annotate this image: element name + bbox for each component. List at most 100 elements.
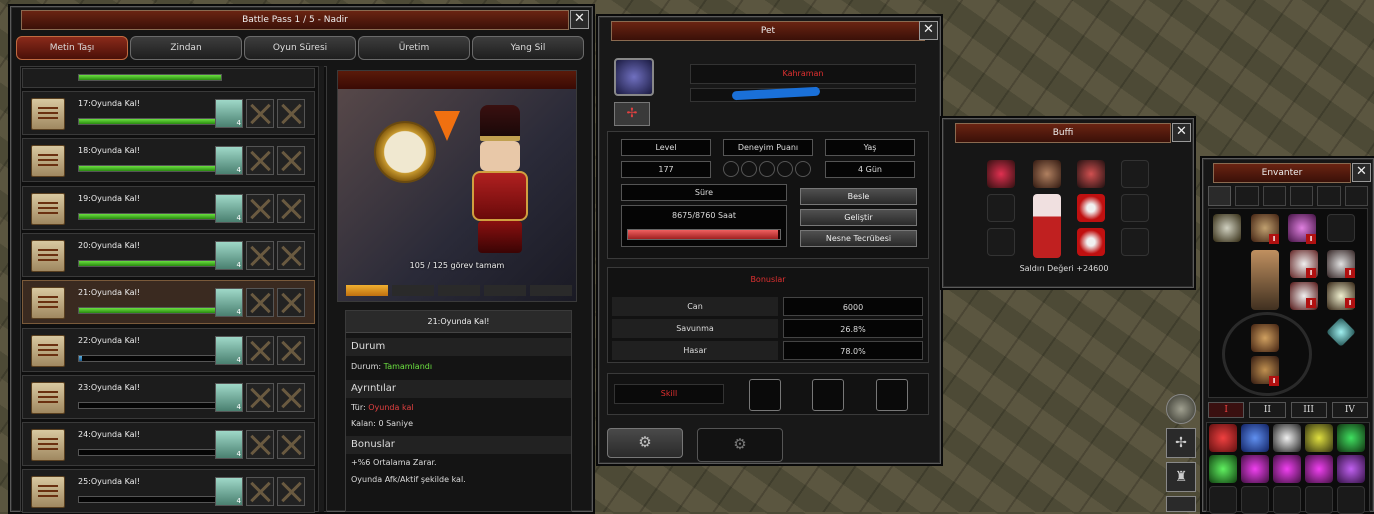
reward-locked-icon[interactable] — [277, 193, 305, 223]
inventory-page-tab-4[interactable]: IV — [1331, 402, 1368, 418]
quest-row[interactable]: 20:Oyunda Kal! 4 — [22, 232, 315, 277]
inv-rune-item[interactable] — [1241, 455, 1269, 483]
reward-scroll-icon[interactable]: 4 — [215, 335, 243, 365]
inventory-page-tab-3[interactable]: III — [1290, 402, 1327, 418]
buff-head-item[interactable] — [1033, 160, 1061, 188]
reward-scroll-icon[interactable]: 4 — [215, 193, 243, 223]
equip-tab[interactable] — [1208, 186, 1232, 206]
pet-portrait[interactable] — [614, 58, 654, 96]
inv-empty-slot[interactable] — [1241, 486, 1269, 514]
inv-empty-slot[interactable] — [1273, 486, 1301, 514]
buff-skill-2[interactable] — [1077, 228, 1105, 256]
battle-pass-titlebar[interactable]: Battle Pass 1 / 5 - Nadir — [21, 10, 569, 30]
reward-scroll-icon[interactable]: 4 — [215, 288, 243, 318]
reward-locked-icon[interactable] — [246, 193, 274, 223]
quest-row[interactable]: 17:Oyunda Kal! 4 — [22, 91, 315, 135]
reward-locked-icon[interactable] — [277, 477, 305, 507]
quest-row[interactable]: 19:Oyunda Kal! 4 — [22, 185, 315, 230]
inv-rune-item[interactable] — [1305, 455, 1333, 483]
tab-zindan[interactable]: Zindan — [130, 36, 242, 60]
inv-item[interactable] — [1337, 424, 1365, 452]
reward-locked-icon[interactable] — [277, 430, 305, 460]
pet-titlebar[interactable]: Pet — [611, 21, 925, 41]
buff-empty-slot[interactable] — [987, 228, 1015, 256]
reward-locked-icon[interactable] — [246, 335, 274, 365]
buff-empty-slot[interactable] — [1121, 160, 1149, 188]
reward-scroll-icon[interactable]: 4 — [215, 430, 243, 460]
equip-tab[interactable] — [1289, 186, 1314, 206]
quest-row-partial[interactable] — [22, 68, 315, 88]
reward-locked-icon[interactable] — [246, 99, 274, 128]
inventory-close-button[interactable]: ✕ — [1352, 163, 1371, 182]
pet-tab-1[interactable]: ⚙ — [607, 428, 683, 458]
quest-row[interactable]: 18:Oyunda Kal! 4 — [22, 138, 315, 183]
equip-weapon[interactable] — [1213, 214, 1241, 242]
reward-scroll-icon[interactable]: 4 — [215, 99, 243, 128]
inv-empty-slot[interactable] — [1209, 486, 1237, 514]
tab-uretim[interactable]: Üretim — [358, 36, 470, 60]
reward-locked-icon[interactable] — [277, 335, 305, 365]
inventory-page-tab-2[interactable]: II — [1249, 402, 1286, 418]
buff-empty-slot[interactable] — [987, 194, 1015, 222]
pet-close-button[interactable]: ✕ — [919, 21, 938, 40]
battle-pass-close-button[interactable]: ✕ — [570, 10, 589, 29]
reward-locked-icon[interactable] — [246, 240, 274, 270]
quest-list-scrollbar[interactable] — [318, 66, 324, 512]
inv-item[interactable] — [1305, 424, 1333, 452]
reward-locked-icon[interactable] — [277, 146, 305, 176]
buff-empty-slot[interactable] — [1121, 194, 1149, 222]
reward-scroll-icon[interactable]: 4 — [215, 477, 243, 507]
pet-tab-2[interactable]: ⚙ — [697, 428, 783, 462]
evolve-button[interactable]: Geliştir — [800, 209, 917, 226]
inventory-page-tab-1[interactable]: I — [1208, 402, 1245, 418]
inv-red-potion[interactable] — [1209, 424, 1237, 452]
inv-item[interactable] — [1273, 424, 1301, 452]
buff-hair-item[interactable] — [1077, 160, 1105, 188]
equip-tab[interactable] — [1344, 186, 1368, 206]
inv-empty-slot[interactable] — [1337, 486, 1365, 514]
reward-scroll-icon[interactable]: 4 — [215, 382, 243, 412]
reward-scroll-icon[interactable]: 4 — [215, 240, 243, 270]
equip-tab[interactable] — [1235, 186, 1259, 206]
tab-yang-sil[interactable]: Yang Sil — [472, 36, 584, 60]
reward-locked-icon[interactable] — [246, 477, 274, 507]
reward-scroll-icon[interactable]: 4 — [215, 146, 243, 176]
quest-row[interactable]: 21:Oyunda Kal! 4 — [22, 280, 315, 325]
skill-slot-2[interactable] — [812, 379, 844, 411]
buff-titlebar[interactable]: Buffi — [955, 123, 1171, 143]
equip-slot[interactable] — [1327, 214, 1355, 242]
side-button-move-icon[interactable]: ✢ — [1166, 428, 1196, 458]
inv-empty-slot[interactable] — [1305, 486, 1333, 514]
buff-close-button[interactable]: ✕ — [1172, 123, 1191, 142]
equip-belt[interactable] — [1251, 324, 1279, 352]
tab-metin-tasi[interactable]: Metin Taşı — [16, 36, 128, 60]
side-button-tower-icon[interactable]: ♜ — [1166, 462, 1196, 492]
skill-slot-1[interactable] — [749, 379, 781, 411]
quest-row[interactable]: 22:Oyunda Kal! 4 — [22, 327, 315, 372]
reward-locked-icon[interactable] — [277, 382, 305, 412]
feed-button[interactable]: Besle — [800, 188, 917, 205]
skill-slot-3[interactable] — [876, 379, 908, 411]
equip-tab[interactable] — [1262, 186, 1286, 206]
equip-tab[interactable] — [1317, 186, 1341, 206]
tab-oyun-suresi[interactable]: Oyun Süresi — [244, 36, 356, 60]
reward-locked-icon[interactable] — [246, 382, 274, 412]
reward-locked-icon[interactable] — [277, 240, 305, 270]
inv-item[interactable] — [1209, 455, 1237, 483]
pet-move-icon[interactable]: ✢ — [614, 102, 650, 126]
buff-skill-1[interactable] — [1077, 194, 1105, 222]
reward-locked-icon[interactable] — [246, 146, 274, 176]
side-button-lion-icon[interactable] — [1166, 394, 1196, 424]
reward-locked-icon[interactable] — [246, 288, 274, 318]
reward-locked-icon[interactable] — [277, 99, 305, 128]
inventory-titlebar[interactable]: Envanter — [1213, 163, 1351, 183]
buff-empty-slot[interactable] — [1121, 228, 1149, 256]
equip-armor[interactable] — [1251, 250, 1279, 310]
side-button-extra[interactable] — [1166, 496, 1196, 512]
inv-rune-item[interactable] — [1273, 455, 1301, 483]
item-exp-button[interactable]: Nesne Tecrübesi — [800, 230, 917, 247]
reward-locked-icon[interactable] — [246, 430, 274, 460]
quest-row[interactable]: 23:Oyunda Kal! 4 — [22, 374, 315, 419]
reward-locked-icon[interactable] — [277, 288, 305, 318]
quest-row[interactable]: 24:Oyunda Kal! 4 — [22, 422, 315, 467]
